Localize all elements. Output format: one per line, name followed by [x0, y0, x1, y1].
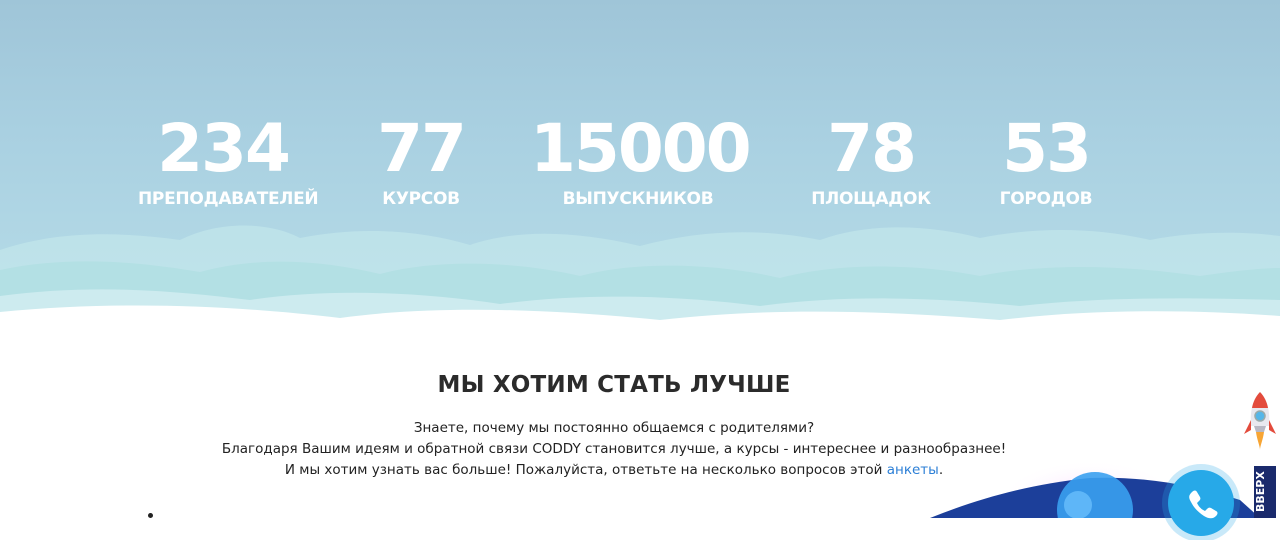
stat-graduates: 15000 ВЫПУСКНИКОВ: [530, 110, 752, 210]
stat-label: ВЫПУСКНИКОВ: [562, 189, 714, 209]
rocket-icon[interactable]: [1240, 390, 1280, 458]
description-line-2: Благодаря Вашим идеям и обратной связи C…: [221, 441, 1007, 457]
stat-courses: 77 КУРСОВ: [366, 110, 476, 210]
stat-label: ГОРОДОВ: [999, 189, 1093, 209]
stat-value: 234: [157, 110, 291, 187]
stat-value: 78: [827, 110, 917, 187]
description-line-3-end: .: [938, 462, 944, 478]
survey-link[interactable]: анкеты: [887, 462, 939, 478]
phone-icon: [1189, 490, 1218, 519]
stats-row: 234 ПРЕПОДАВАТЕЛЕЙ 77 КУРСОВ 15000 ВЫПУС…: [0, 110, 1280, 220]
section-title: МЫ ХОТИМ СТАТЬ ЛУЧШЕ: [437, 372, 791, 398]
stat-label: ПЛОЩАДОК: [811, 189, 931, 209]
stat-label: КУРСОВ: [382, 189, 460, 209]
description-line-3-text: И мы хотим узнать вас больше! Пожалуйста…: [284, 462, 887, 478]
callback-phone-button[interactable]: [1168, 470, 1234, 536]
stat-value: 77: [377, 110, 467, 187]
bullet-dot: [148, 513, 153, 518]
stat-value: 15000: [530, 110, 752, 187]
section-description: Знаете, почему мы постоянно общаемся с р…: [0, 418, 1228, 481]
scroll-up-button[interactable]: ВВЕРХ: [1254, 466, 1276, 518]
description-line-1: Знаете, почему мы постоянно общаемся с р…: [413, 420, 815, 436]
stat-venues: 78 ПЛОЩАДОК: [806, 110, 936, 210]
stat-value: 53: [1002, 110, 1092, 187]
stat-cities: 53 ГОРОДОВ: [994, 110, 1098, 210]
stat-teachers: 234 ПРЕПОДАВАТЕЛЕЙ: [138, 110, 319, 210]
stat-label: ПРЕПОДАВАТЕЛЕЙ: [138, 189, 319, 209]
description-line-3: И мы хотим узнать вас больше! Пожалуйста…: [0, 460, 1228, 481]
